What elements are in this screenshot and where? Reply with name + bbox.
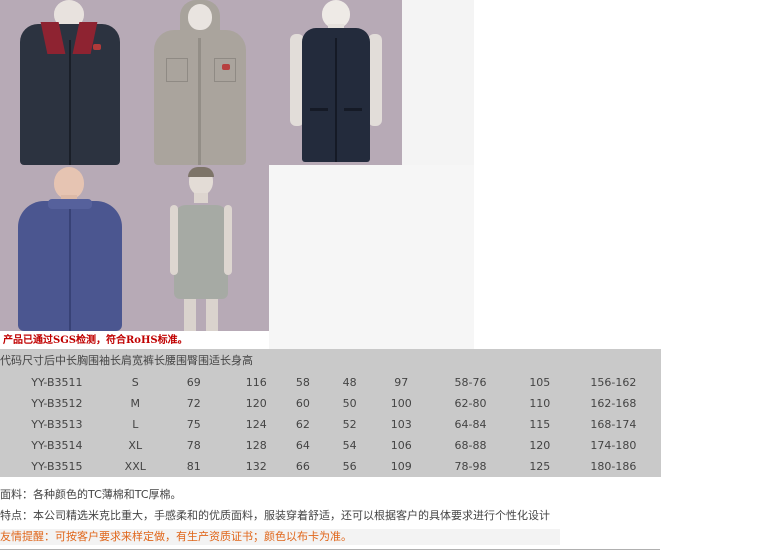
table-cell: 64 [295,439,310,452]
table-cell: 105 [529,376,551,389]
table-cell: 58-76 [454,376,487,389]
table-cell: 75 [186,418,201,431]
column-header: 胸围 [77,354,99,367]
table-cell: 180-186 [590,460,637,473]
table-cell: XL [128,439,143,452]
table-cell: 54 [342,439,357,452]
table-cell: 69 [186,376,201,389]
table-cell: 115 [529,418,551,431]
table-cell: 120 [529,439,551,452]
table-cell: XXL [124,460,146,473]
table-cell: 97 [394,376,409,389]
column-header: 代码 [0,354,22,367]
table-cell: 174-180 [590,439,637,452]
column-header: 尺寸 [22,354,44,367]
column-header: 裤长 [143,354,165,367]
table-cell: 110 [529,397,551,410]
table-cell: 50 [342,397,357,410]
table-cell: 120 [245,397,267,410]
column-header: 袖长 [99,354,121,367]
table-cell: 109 [390,460,412,473]
table-cell: 128 [245,439,267,452]
table-cell: 72 [186,397,201,410]
table-cell: 60 [295,397,310,410]
table-cell: 116 [245,376,267,389]
product-photo-workwear [0,165,269,331]
column-header: 后中长 [44,354,77,367]
mannequin-blue-work-jacket [18,165,122,331]
table-cell: 81 [186,460,201,473]
table-cell: YY-B3512 [31,397,83,410]
friendly-reminder: 友情提醒：可按客户要求来样定做，有生产资质证书；颜色以布卡为准。 [0,529,560,545]
mannequin-navy-vest [290,0,382,165]
column-header: 臀围 [187,354,209,367]
table-cell: 132 [245,460,267,473]
table-cell: 64-84 [454,418,487,431]
table-cell: S [131,376,139,389]
column-header: 腰围 [165,354,187,367]
table-row: YY-B3513 L 75 124 62 52 103 64-84 115 16… [0,414,661,435]
features-description: 特点：本公司精选米克比重大，手感柔和的优质面料，服装穿着舒适，还可以根据客户的具… [0,509,550,522]
column-header: 适长身高 [209,354,253,367]
table-cell: YY-B3514 [31,439,83,452]
mannequin-grey-parka [152,0,248,165]
table-cell: 62 [295,418,310,431]
table-row: YY-B3515 XXL 81 132 66 56 109 78-98 125 … [0,456,661,477]
table-cell: 58 [295,376,310,389]
table-row: YY-B3511 S 69 116 58 48 97 58-76 105 156… [0,372,661,393]
mannequin-navy-jacket [14,0,126,165]
table-cell: 62-80 [454,397,487,410]
table-cell: 66 [295,460,310,473]
table-cell: 156-162 [590,376,637,389]
divider [0,549,660,550]
table-cell: 68-88 [454,439,487,452]
table-cell: 52 [342,418,357,431]
table-cell: L [132,418,139,431]
table-cell: 100 [390,397,412,410]
table-cell: 162-168 [590,397,637,410]
certification-notice: 产品已通过SGS检测，符合RoHS标准。 [3,335,188,346]
table-cell: YY-B3513 [31,418,83,431]
table-cell: YY-B3511 [31,376,83,389]
table-header-row: 代码 尺寸 后中长 胸围 袖长 肩宽 裤长 腰围 臀围 适长身高 [0,349,253,371]
product-photo-jackets [0,0,402,165]
table-cell: YY-B3515 [31,460,83,473]
size-table: 代码 尺寸 后中长 胸围 袖长 肩宽 裤长 腰围 臀围 适长身高 YY-B351… [0,349,661,477]
table-cell: 56 [342,460,357,473]
table-cell: 168-174 [590,418,637,431]
table-cell: 106 [390,439,412,452]
image-margin [269,165,474,349]
table-row: YY-B3512 M 72 120 60 50 100 62-80 110 16… [0,393,661,414]
table-cell: 125 [529,460,551,473]
mannequin-grey-dress [170,165,232,331]
table-cell: 78-98 [454,460,487,473]
table-cell: 48 [342,376,357,389]
fabric-description: 面料：各种颜色的TC薄棉和TC厚棉。 [0,488,182,501]
column-header: 肩宽 [121,354,143,367]
table-cell: M [130,397,141,410]
table-cell: 78 [186,439,201,452]
table-cell: 103 [390,418,412,431]
table-row: YY-B3514 XL 78 128 64 54 106 68-88 120 1… [0,435,661,456]
table-cell: 124 [245,418,267,431]
